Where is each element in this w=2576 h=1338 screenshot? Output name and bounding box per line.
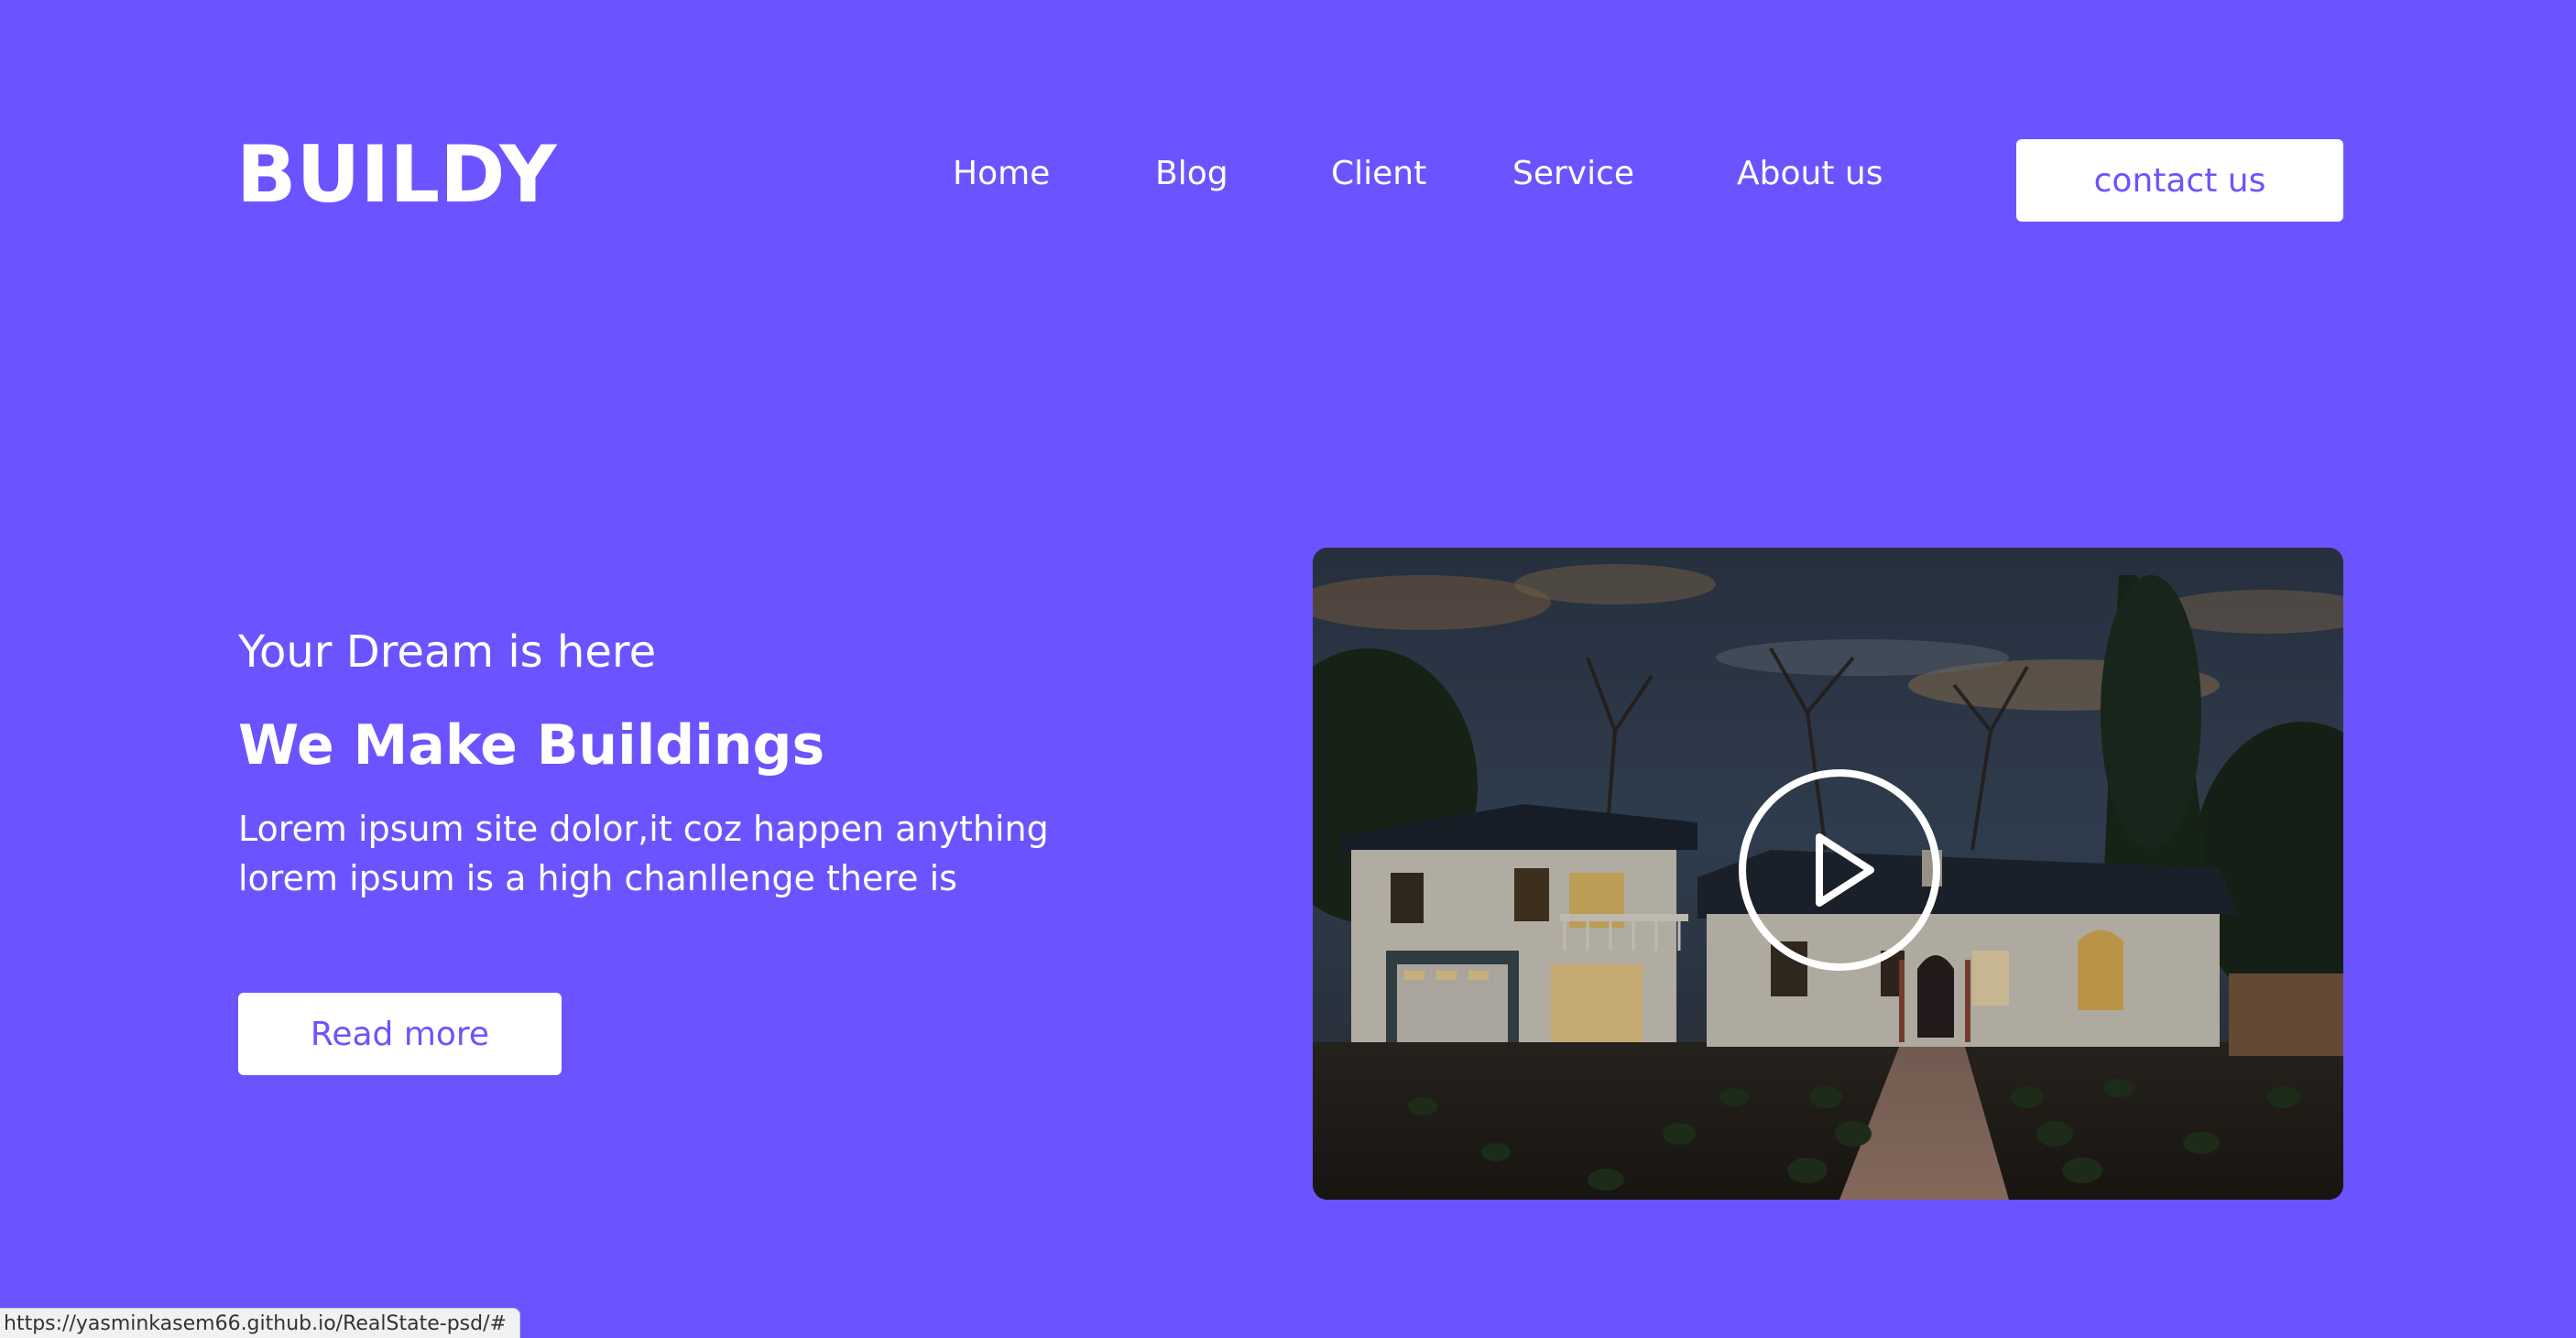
nav-item-home[interactable]: Home xyxy=(953,147,1050,201)
nav-item-service[interactable]: Service xyxy=(1512,147,1634,201)
read-more-button[interactable]: Read more xyxy=(238,993,562,1075)
hero-title: We Make Buildings xyxy=(238,713,825,778)
play-icon[interactable] xyxy=(1737,767,1942,973)
status-bar-url: https://yasminkasem66.github.io/RealStat… xyxy=(0,1308,520,1338)
nav-item-blog[interactable]: Blog xyxy=(1155,147,1228,201)
nav-item-client[interactable]: Client xyxy=(1331,147,1426,201)
nav-item-about-us[interactable]: About us xyxy=(1737,147,1883,201)
contact-us-button[interactable]: contact us xyxy=(2016,139,2343,222)
video-thumbnail[interactable] xyxy=(1313,548,2343,1200)
hero-description: Lorem ipsum site dolor,it coz happen any… xyxy=(238,809,1049,898)
hero-subtitle: Your Dream is here xyxy=(238,626,657,678)
